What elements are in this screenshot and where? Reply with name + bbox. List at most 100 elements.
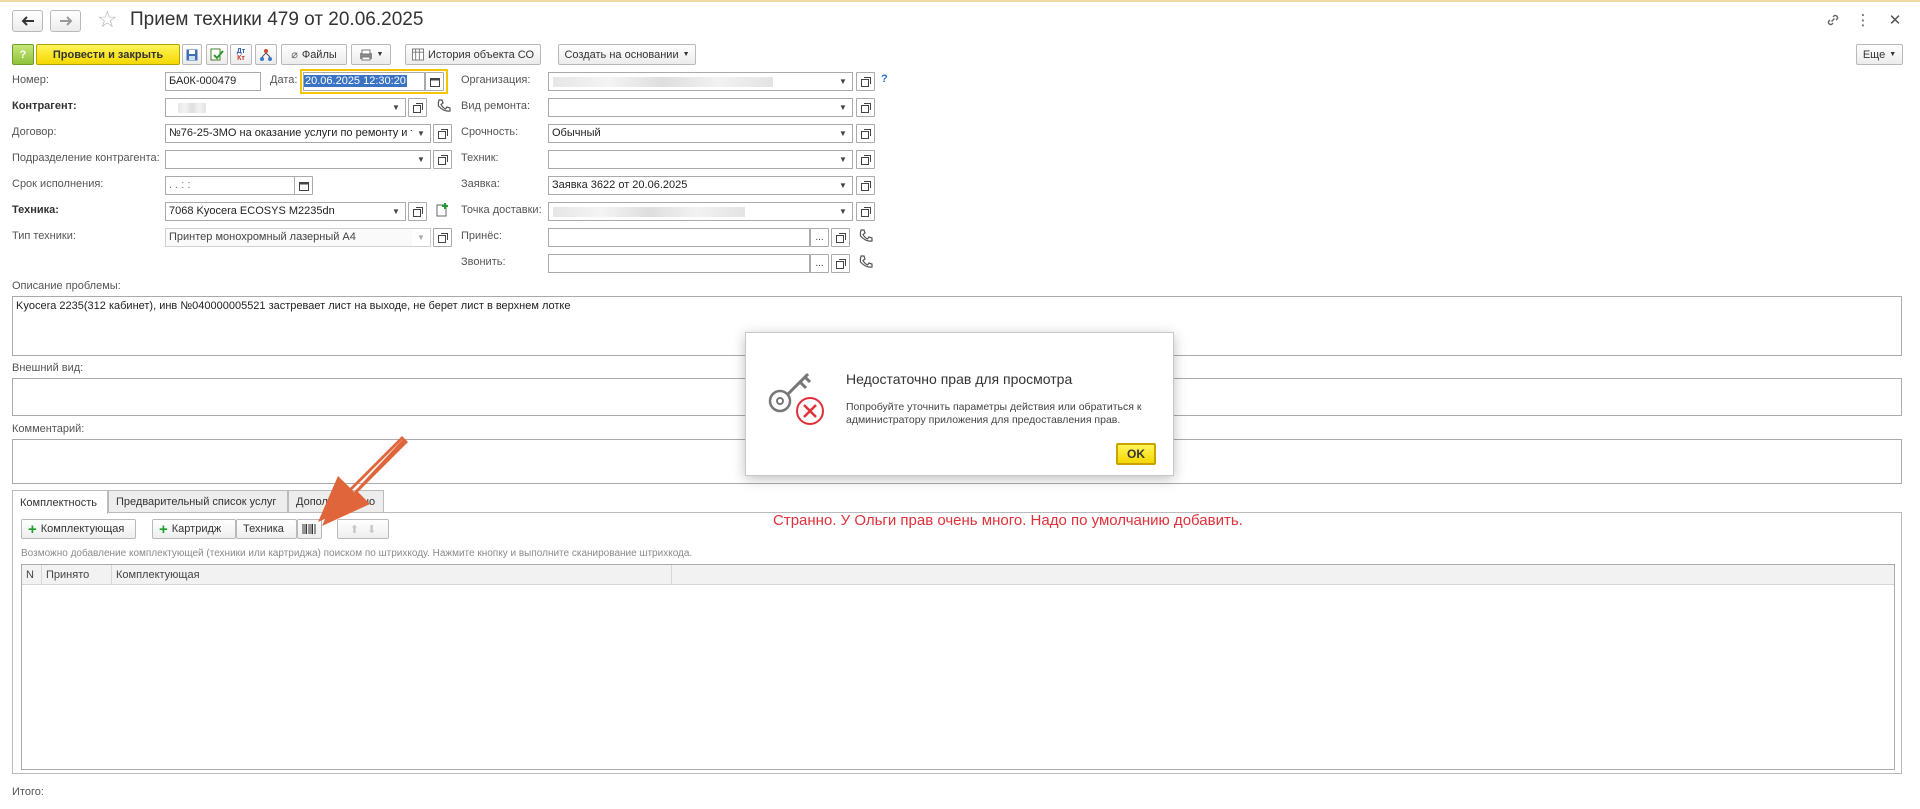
post-button[interactable] [206, 44, 228, 65]
organization-open-button[interactable] [856, 72, 875, 91]
printer-icon [359, 49, 372, 60]
add-cartridge-button[interactable]: + Картридж [152, 519, 236, 539]
chevron-down-icon: ▼ [392, 103, 400, 112]
technician-dropdown[interactable]: ▼ [834, 150, 853, 169]
delivery-point-field[interactable] [548, 202, 835, 221]
organization-field[interactable] [548, 72, 835, 91]
repair-type-field[interactable] [548, 98, 835, 117]
favorite-star-icon[interactable]: ☆ [97, 8, 118, 31]
equip-type-field[interactable]: Принтер монохромный лазерный А4 [165, 228, 413, 247]
brought-by-label: Принёс: [461, 230, 502, 242]
dt-kt-button[interactable]: Дт Кт [230, 44, 252, 65]
technician-field[interactable] [548, 150, 835, 169]
open-window-icon [860, 102, 871, 113]
help-button[interactable]: ? [12, 44, 34, 65]
print-button[interactable]: ▼ [351, 44, 391, 65]
calendar-button[interactable] [425, 72, 444, 91]
contract-field[interactable]: №76-25-3МО на оказание услуги по ремонту… [165, 124, 413, 143]
request-dropdown[interactable]: ▼ [834, 176, 853, 195]
help-link-icon[interactable]: ? [881, 73, 888, 85]
redacted-text [553, 207, 745, 217]
back-button[interactable] [12, 10, 43, 32]
column-header-accepted[interactable]: Принято [42, 565, 112, 585]
repair-type-open-button[interactable] [856, 98, 875, 117]
column-header-component[interactable]: Комплектующая [112, 565, 672, 585]
dialog-ok-button[interactable]: OK [1116, 443, 1156, 465]
comment-label: Комментарий: [12, 423, 85, 435]
repair-type-dropdown[interactable]: ▼ [834, 98, 853, 117]
brought-by-call-button[interactable] [858, 228, 876, 246]
delivery-point-dropdown[interactable]: ▼ [834, 202, 853, 221]
phone-icon [437, 99, 451, 112]
equipment-button[interactable]: Техника [236, 519, 297, 539]
call-phone-button[interactable] [858, 254, 876, 272]
chevron-down-icon: ▼ [1889, 51, 1897, 58]
brought-by-select-button[interactable]: ... [810, 228, 829, 247]
contract-label: Договор: [12, 126, 57, 138]
subdivision-open-button[interactable] [433, 150, 452, 169]
post-and-close-button[interactable]: Провести и закрыть [36, 44, 180, 65]
column-header-n[interactable]: N [22, 565, 42, 585]
tab-preliminary-services[interactable]: Предварительный список услуг [108, 490, 288, 513]
open-window-icon [437, 154, 448, 165]
equip-type-dropdown[interactable]: ▼ [412, 228, 431, 247]
request-open-button[interactable] [856, 176, 875, 195]
page-title: Прием техники 479 от 20.06.2025 [130, 9, 424, 30]
counterparty-open-button[interactable] [408, 98, 427, 117]
brought-by-field[interactable] [548, 228, 810, 247]
equip-type-open-button[interactable] [433, 228, 452, 247]
counterparty-field[interactable] [165, 98, 392, 117]
equipment-open-button[interactable] [408, 202, 427, 221]
date-field[interactable]: 20.06.2025 12:30:20 [303, 72, 425, 91]
equipment-field[interactable]: 7068 Kyocera ECOSYS M2235dn [165, 202, 392, 221]
phone-icon [859, 255, 873, 268]
counterparty-call-button[interactable] [436, 98, 454, 116]
delivery-point-label: Точка доставки: [461, 204, 542, 216]
history-label: История объекта СО [427, 48, 534, 61]
tab-completeness[interactable]: Комплектность [12, 490, 108, 514]
delivery-point-open-button[interactable] [856, 202, 875, 221]
forward-button[interactable] [50, 10, 81, 32]
organization-dropdown[interactable]: ▼ [834, 72, 853, 91]
number-field[interactable]: БА0К-000479 [165, 72, 261, 91]
deadline-field[interactable]: . . : : [165, 176, 295, 195]
phone-icon [859, 229, 873, 242]
save-button[interactable] [182, 44, 202, 65]
question-icon: ? [19, 48, 27, 61]
arrow-left-icon [21, 16, 34, 26]
object-history-button[interactable]: История объекта СО [405, 44, 541, 65]
link-icon[interactable] [1823, 10, 1843, 30]
close-icon[interactable]: ✕ [1885, 10, 1905, 30]
structure-button[interactable] [255, 44, 277, 65]
create-based-on-button[interactable]: Создать на основании ▼ [558, 44, 696, 65]
contract-dropdown[interactable]: ▼ [412, 124, 431, 143]
contract-open-button[interactable] [433, 124, 452, 143]
open-window-icon [412, 206, 423, 217]
subdivision-dropdown[interactable]: ▼ [412, 150, 431, 169]
call-select-button[interactable]: ... [810, 254, 829, 273]
more-vertical-icon[interactable]: ⋮ [1853, 10, 1873, 30]
chevron-down-icon: ▼ [417, 233, 425, 242]
files-label: Файлы [301, 48, 337, 61]
brought-by-open-button[interactable] [831, 228, 850, 247]
equipment-dropdown[interactable]: ▼ [387, 202, 406, 221]
call-open-button[interactable] [831, 254, 850, 273]
dialog-message: Попробуйте уточнить параметры действия и… [846, 401, 1142, 426]
technician-open-button[interactable] [856, 150, 875, 169]
urgency-dropdown[interactable]: ▼ [834, 124, 853, 143]
files-button[interactable]: ⌀ Файлы [281, 44, 347, 65]
total-label: Итого: [12, 786, 44, 798]
counterparty-label: Контрагент: [12, 100, 77, 112]
more-button[interactable]: Еще ▼ [1856, 44, 1903, 65]
counterparty-dropdown[interactable]: ▼ [387, 98, 406, 117]
request-field[interactable]: Заявка 3622 от 20.06.2025 [548, 176, 835, 195]
deadline-calendar-button[interactable] [294, 176, 313, 195]
equipment-add-button[interactable] [434, 202, 452, 220]
add-component-button[interactable]: + Комплектующая [21, 519, 136, 539]
completeness-table[interactable]: N Принято Комплектующая [21, 564, 1895, 770]
chevron-down-icon: ▼ [376, 51, 384, 58]
urgency-open-button[interactable] [856, 124, 875, 143]
subdivision-field[interactable] [165, 150, 413, 169]
call-field[interactable] [548, 254, 810, 273]
urgency-field[interactable]: Обычный [548, 124, 835, 143]
